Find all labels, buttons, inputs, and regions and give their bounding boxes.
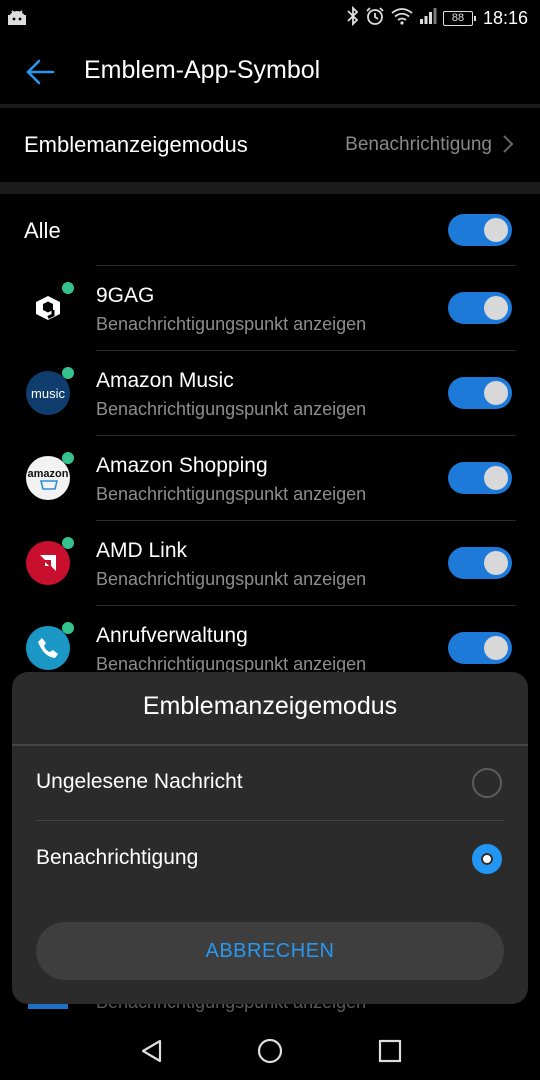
notification-dot: [62, 367, 74, 379]
switch-knob: [484, 381, 508, 405]
list-item-9gag[interactable]: 9GAG Benachrichtigungspunkt anzeigen: [0, 266, 540, 351]
app-subtitle: Benachrichtigungspunkt anzeigen: [96, 569, 367, 589]
all-toggle-row: Alle: [0, 194, 540, 266]
switch-knob: [484, 218, 508, 242]
battery-icon: 88: [442, 10, 476, 26]
option-unread-message[interactable]: Ungelesene Nachricht: [12, 746, 528, 822]
section-divider: [0, 182, 540, 194]
app-bar: Emblem-App-Symbol: [0, 36, 540, 106]
wifi-icon: [391, 7, 413, 30]
toggle-switch-amd-link[interactable]: [448, 547, 512, 579]
app-subtitle: Benachrichtigungspunkt anzeigen: [96, 399, 367, 419]
android-debug-icon: [6, 8, 28, 31]
option-divider: [36, 820, 504, 821]
amazon-shopping-icon-text: amazon: [27, 468, 69, 480]
option-label: Ungelesene Nachricht: [36, 770, 243, 793]
badge-mode-value: Benachrichtigung: [345, 134, 492, 155]
notification-dot: [62, 622, 74, 634]
app-name: AMD Link: [96, 539, 188, 562]
app-list: 9GAG Benachrichtigungspunkt anzeigen mus…: [0, 266, 540, 691]
notification-dot: [62, 452, 74, 464]
toggle-switch-amazon-music[interactable]: [448, 377, 512, 409]
app-name: Amazon Music: [96, 369, 234, 392]
list-item-amazon-music[interactable]: music Amazon Music Benachrichtigungspunk…: [0, 351, 540, 436]
cancel-button[interactable]: ABBRECHEN: [36, 922, 504, 980]
bluetooth-icon: [347, 5, 359, 31]
alarm-icon: [365, 6, 385, 31]
back-arrow-icon[interactable]: [20, 52, 60, 92]
signal-icon: [419, 7, 437, 29]
app-name: 9GAG: [96, 284, 155, 307]
amazon-music-icon-text: music: [31, 385, 65, 401]
badge-mode-dialog: Emblemanzeigemodus Ungelesene Nachricht …: [12, 672, 528, 1004]
app-name: Anrufverwaltung: [96, 624, 248, 647]
status-bar: 88 18:16: [0, 0, 540, 36]
toggle-switch-9gag[interactable]: [448, 292, 512, 324]
list-item-amazon-shopping[interactable]: amazon Amazon Shopping Benachrichtigungs…: [0, 436, 540, 521]
navigation-bar: [0, 1018, 540, 1080]
radio-unselected[interactable]: [472, 768, 502, 798]
all-label: Alle: [24, 218, 61, 243]
app-subtitle: Benachrichtigungspunkt anzeigen: [96, 314, 367, 334]
back-triangle-icon[interactable]: [136, 1036, 166, 1066]
chevron-right-icon: [502, 134, 514, 159]
clock: 18:16: [482, 7, 528, 28]
notification-dot: [62, 282, 74, 294]
app-name: Amazon Shopping: [96, 454, 268, 477]
list-item-amd-link[interactable]: AMD Link Benachrichtigungspunkt anzeigen: [0, 521, 540, 606]
home-circle-icon[interactable]: [255, 1036, 285, 1066]
page-title: Emblem-App-Symbol: [84, 56, 321, 84]
badge-mode-row[interactable]: Emblemanzeigemodus Benachrichtigung: [0, 108, 540, 182]
switch-knob: [484, 466, 508, 490]
notification-dot: [62, 537, 74, 549]
option-label: Benachrichtigung: [36, 846, 199, 869]
dialog-title: Emblemanzeigemodus: [142, 692, 398, 720]
recents-square-icon[interactable]: [375, 1036, 405, 1066]
badge-mode-label: Emblemanzeigemodus: [24, 132, 248, 157]
toggle-switch-amazon-shopping[interactable]: [448, 462, 512, 494]
option-notification[interactable]: Benachrichtigung: [12, 822, 528, 898]
radio-selected[interactable]: [472, 844, 502, 874]
app-subtitle: Benachrichtigungspunkt anzeigen: [96, 484, 367, 504]
toggle-switch-anrufverwaltung[interactable]: [448, 632, 512, 664]
switch-knob: [484, 296, 508, 320]
switch-knob: [484, 636, 508, 660]
all-toggle-switch[interactable]: [448, 214, 512, 246]
switch-knob: [484, 551, 508, 575]
